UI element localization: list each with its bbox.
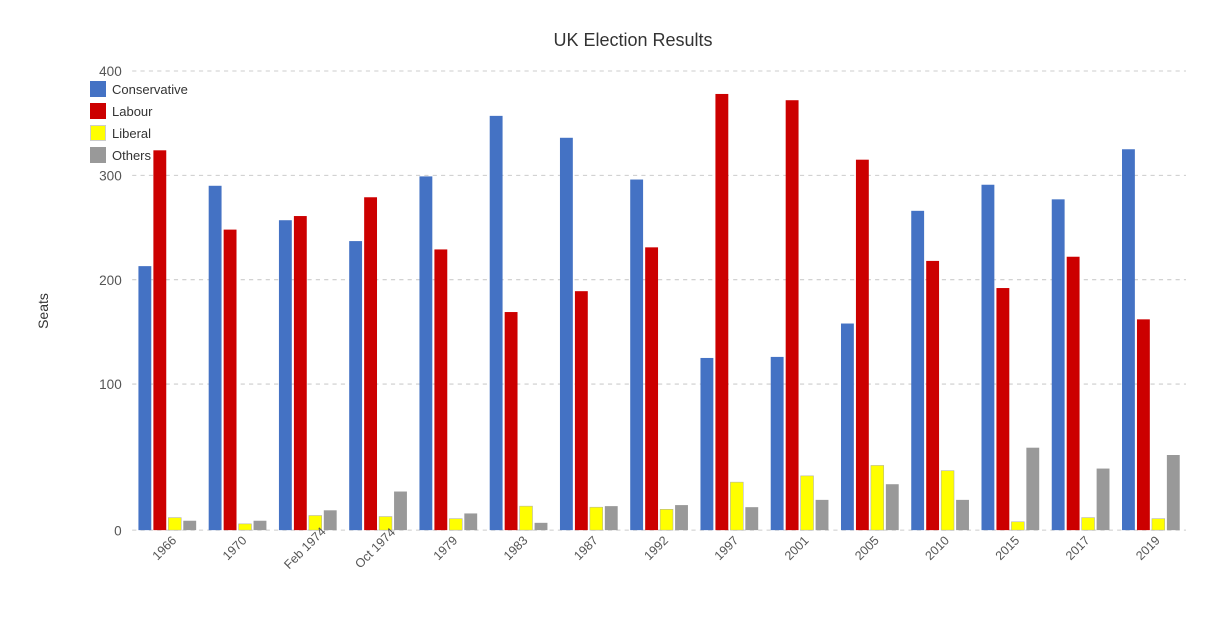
bar-1997-lib (730, 482, 743, 530)
bar-1987-oth (605, 506, 618, 530)
legend-item-labour: Labour (90, 103, 188, 119)
svg-text:400: 400 (99, 64, 122, 79)
bar-2017-oth (1097, 469, 1110, 531)
legend-label-liberal: Liberal (112, 126, 151, 141)
bar-2005-oth (886, 484, 899, 530)
bar-Oct 1974-lab (364, 197, 377, 530)
x-label-1992: 1992 (641, 533, 671, 563)
bar-1970-con (209, 186, 222, 530)
svg-text:200: 200 (99, 273, 122, 288)
bar-2010-oth (956, 500, 969, 530)
bar-1970-lib (239, 524, 252, 530)
chart-container: UK Election Results Conservative Labour … (0, 0, 1226, 636)
bar-1992-oth (675, 505, 688, 530)
bar-1983-con (490, 116, 503, 530)
x-label-1987: 1987 (571, 533, 601, 563)
bar-1997-lab (715, 94, 728, 530)
bar-2010-lab (926, 261, 939, 530)
x-label-2010: 2010 (922, 533, 952, 563)
bar-1983-oth (535, 523, 548, 530)
bar-1987-lab (575, 291, 588, 530)
x-label-1970: 1970 (220, 533, 250, 563)
bar-1966-lab (153, 150, 166, 530)
bar-1966-con (138, 266, 151, 530)
legend-color-conservative (90, 81, 106, 97)
bar-1979-lib (449, 519, 462, 530)
svg-text:0: 0 (114, 523, 122, 538)
bar-1992-con (630, 180, 643, 531)
chart-title: UK Election Results (80, 30, 1186, 51)
bar-1997-oth (745, 507, 758, 530)
bar-1992-lab (645, 247, 658, 530)
bar-1979-oth (464, 513, 477, 530)
legend-color-labour (90, 103, 106, 119)
y-axis-label: Seats (35, 293, 51, 329)
legend-label-labour: Labour (112, 104, 152, 119)
bar-2010-lib (941, 471, 954, 530)
x-label-1997: 1997 (712, 533, 742, 563)
x-label-2001: 2001 (782, 533, 812, 563)
bar-2019-con (1122, 149, 1135, 530)
bar-Oct 1974-oth (394, 492, 407, 531)
bar-2005-lib (871, 465, 884, 530)
bar-2005-lab (856, 160, 869, 530)
x-label-2015: 2015 (993, 533, 1023, 563)
svg-text:300: 300 (99, 169, 122, 184)
bar-2019-lab (1137, 319, 1150, 530)
bar-1970-lab (224, 230, 237, 531)
legend-item-others: Others (90, 147, 188, 163)
bar-1992-lib (660, 509, 673, 530)
legend-label-conservative: Conservative (112, 82, 188, 97)
bar-Feb 1974-oth (324, 510, 337, 530)
bar-1966-oth (183, 521, 196, 530)
legend: Conservative Labour Liberal Others (90, 81, 188, 163)
legend-label-others: Others (112, 148, 151, 163)
bar-Feb 1974-con (279, 220, 292, 530)
legend-item-conservative: Conservative (90, 81, 188, 97)
bar-Oct 1974-con (349, 241, 362, 530)
bar-2017-lab (1067, 257, 1080, 530)
bar-2001-con (771, 357, 784, 530)
bar-2010-con (911, 211, 924, 530)
bar-1979-con (419, 176, 432, 530)
x-label-2019: 2019 (1133, 533, 1163, 563)
x-label-2005: 2005 (852, 533, 882, 563)
bar-2001-lab (786, 100, 799, 530)
chart-area: Conservative Labour Liberal Others Seats (80, 71, 1186, 551)
legend-color-others (90, 147, 106, 163)
bar-2017-con (1052, 199, 1065, 530)
bar-1987-lib (590, 507, 603, 530)
x-label-1966: 1966 (150, 533, 180, 563)
bar-1997-con (700, 358, 713, 530)
bar-2019-lib (1152, 519, 1165, 530)
bar-2005-con (841, 324, 854, 531)
x-label-1983: 1983 (501, 533, 531, 563)
x-label-Oct 1974: Oct 1974 (352, 525, 398, 571)
bar-1983-lab (505, 312, 518, 530)
bar-2015-lab (996, 288, 1009, 530)
x-label-Feb 1974: Feb 1974 (281, 524, 328, 571)
x-label-1979: 1979 (431, 533, 461, 563)
bar-2017-lib (1082, 518, 1095, 531)
bar-Feb 1974-lab (294, 216, 307, 530)
bar-2001-oth (816, 500, 829, 530)
bar-1983-lib (520, 506, 533, 530)
bar-2015-lib (1011, 522, 1024, 530)
x-label-2017: 2017 (1063, 533, 1093, 563)
bar-2001-lib (801, 476, 814, 530)
bar-2019-oth (1167, 455, 1180, 530)
bar-2015-oth (1026, 448, 1039, 530)
legend-color-liberal (90, 125, 106, 141)
bar-1987-con (560, 138, 573, 530)
bar-1966-lib (168, 518, 181, 531)
bar-1979-lab (434, 249, 447, 530)
chart-svg: 400 300 200 100 0 19661970Feb 1974Oct 19… (80, 71, 1186, 551)
bar-1970-oth (254, 521, 267, 530)
svg-text:100: 100 (99, 377, 122, 392)
legend-item-liberal: Liberal (90, 125, 188, 141)
bar-2015-con (981, 185, 994, 530)
